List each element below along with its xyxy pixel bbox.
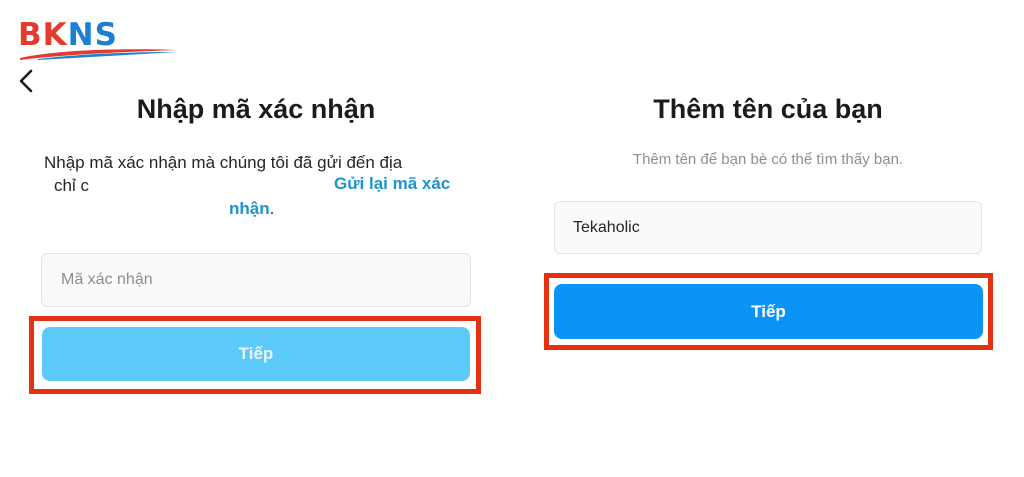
verify-description-line1: Nhập mã xác nhận mà chúng tôi đã gửi đến…: [44, 153, 403, 172]
page-title-verify: Nhập mã xác nhận: [136, 94, 376, 124]
next-button-add-name[interactable]: Tiếp: [554, 284, 983, 339]
redacted-email-block: [104, 172, 336, 198]
add-name-description: Thêm tên để bạn bè có thể tìm thấy bạn.: [632, 151, 904, 168]
next-button-verify[interactable]: Tiếp: [42, 327, 470, 381]
chevron-left-icon: [19, 69, 33, 93]
verification-code-field[interactable]: [41, 253, 471, 307]
resend-suffix: .: [269, 199, 275, 218]
resend-code-link-end[interactable]: nhận: [229, 199, 270, 218]
verification-code-input[interactable]: [42, 254, 470, 306]
resend-code-link-continued: nhận.: [229, 199, 274, 219]
back-button[interactable]: [16, 66, 38, 96]
name-input[interactable]: [555, 202, 981, 253]
resend-code-link[interactable]: Gửi lại mã xác: [334, 174, 450, 194]
page-title-add-name: Thêm tên của bạn: [653, 94, 883, 124]
name-field[interactable]: [554, 201, 982, 254]
bkns-logo: BKNS: [18, 16, 178, 64]
logo-swoosh-icon: [20, 49, 176, 60]
